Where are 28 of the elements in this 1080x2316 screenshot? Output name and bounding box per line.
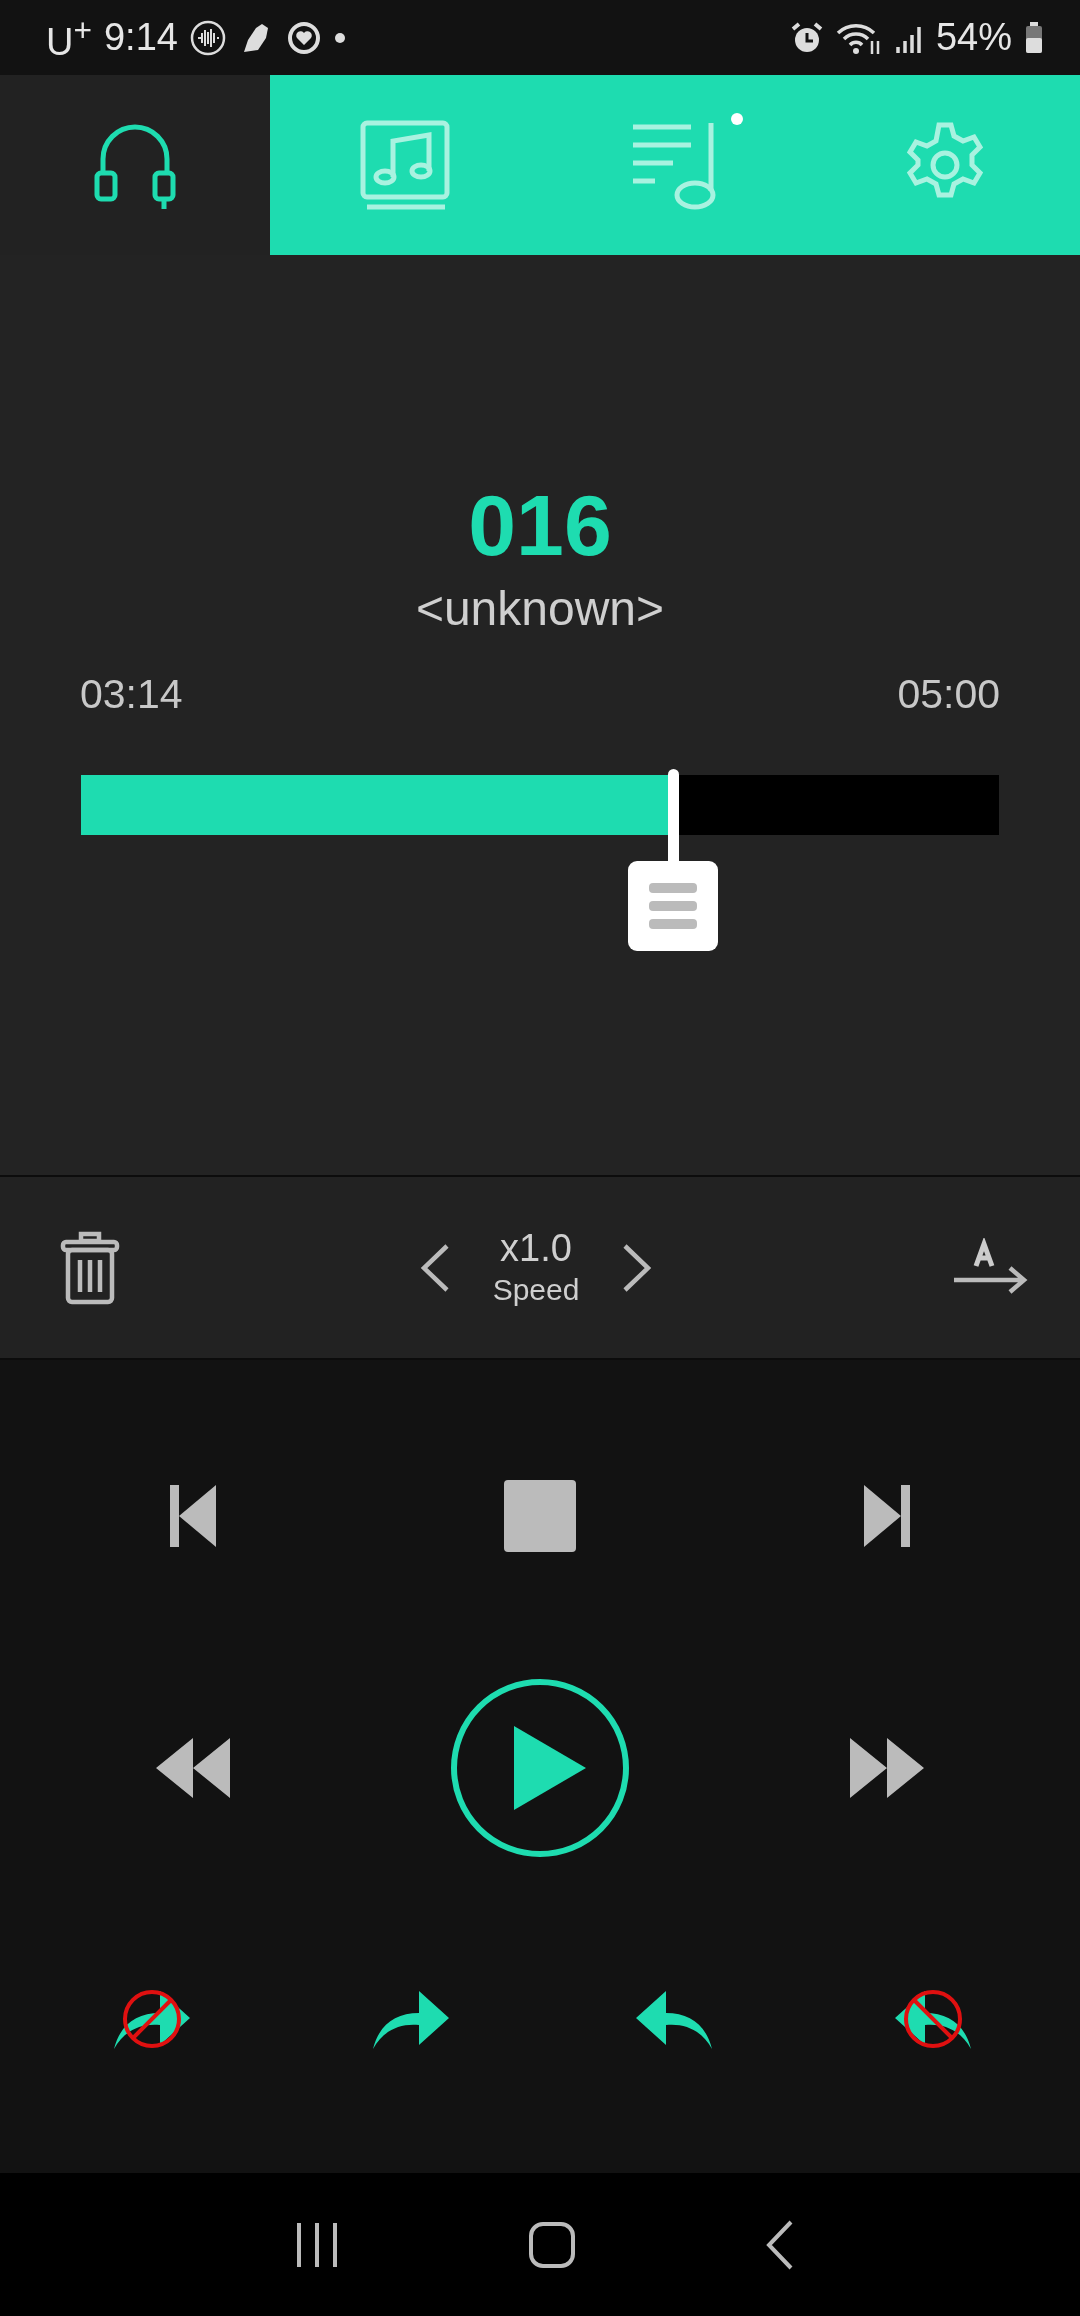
- album-music-icon: [359, 119, 451, 211]
- battery-percentage: 54%: [935, 16, 1012, 59]
- progress-track[interactable]: [81, 775, 999, 835]
- recent-apps-icon[interactable]: [294, 2220, 339, 2269]
- speed-label: Speed: [492, 1271, 580, 1308]
- clock: 9:14: [103, 16, 178, 59]
- heart-circle-icon: [285, 19, 322, 56]
- trash-icon[interactable]: [60, 1230, 120, 1305]
- artist-name: <unknown>: [415, 581, 665, 637]
- dot-icon: [333, 31, 346, 44]
- tab[interactable]: [0, 75, 270, 255]
- speed-value: x1.0: [500, 1225, 572, 1270]
- next-speed-icon[interactable]: [621, 1241, 654, 1294]
- previous-track-icon[interactable]: [170, 1485, 217, 1547]
- battery-icon: [1024, 20, 1044, 55]
- rewind-icon[interactable]: [156, 1738, 231, 1798]
- carrier-label: U$^{+}$: [46, 11, 92, 64]
- previous-speed-icon[interactable]: [418, 1241, 451, 1294]
- total-time: 05:00: [897, 670, 1000, 719]
- alarm-icon: [789, 20, 824, 55]
- home-icon[interactable]: [528, 2220, 576, 2269]
- next-track-icon[interactable]: [863, 1485, 910, 1547]
- elapsed-time: 03:14: [80, 670, 183, 719]
- fast-forward-icon[interactable]: [849, 1738, 924, 1798]
- track-number: 016: [468, 477, 612, 573]
- seek-handle[interactable]: [628, 769, 719, 951]
- sound-wave-icon: [189, 19, 226, 56]
- play-button[interactable]: [450, 1678, 630, 1858]
